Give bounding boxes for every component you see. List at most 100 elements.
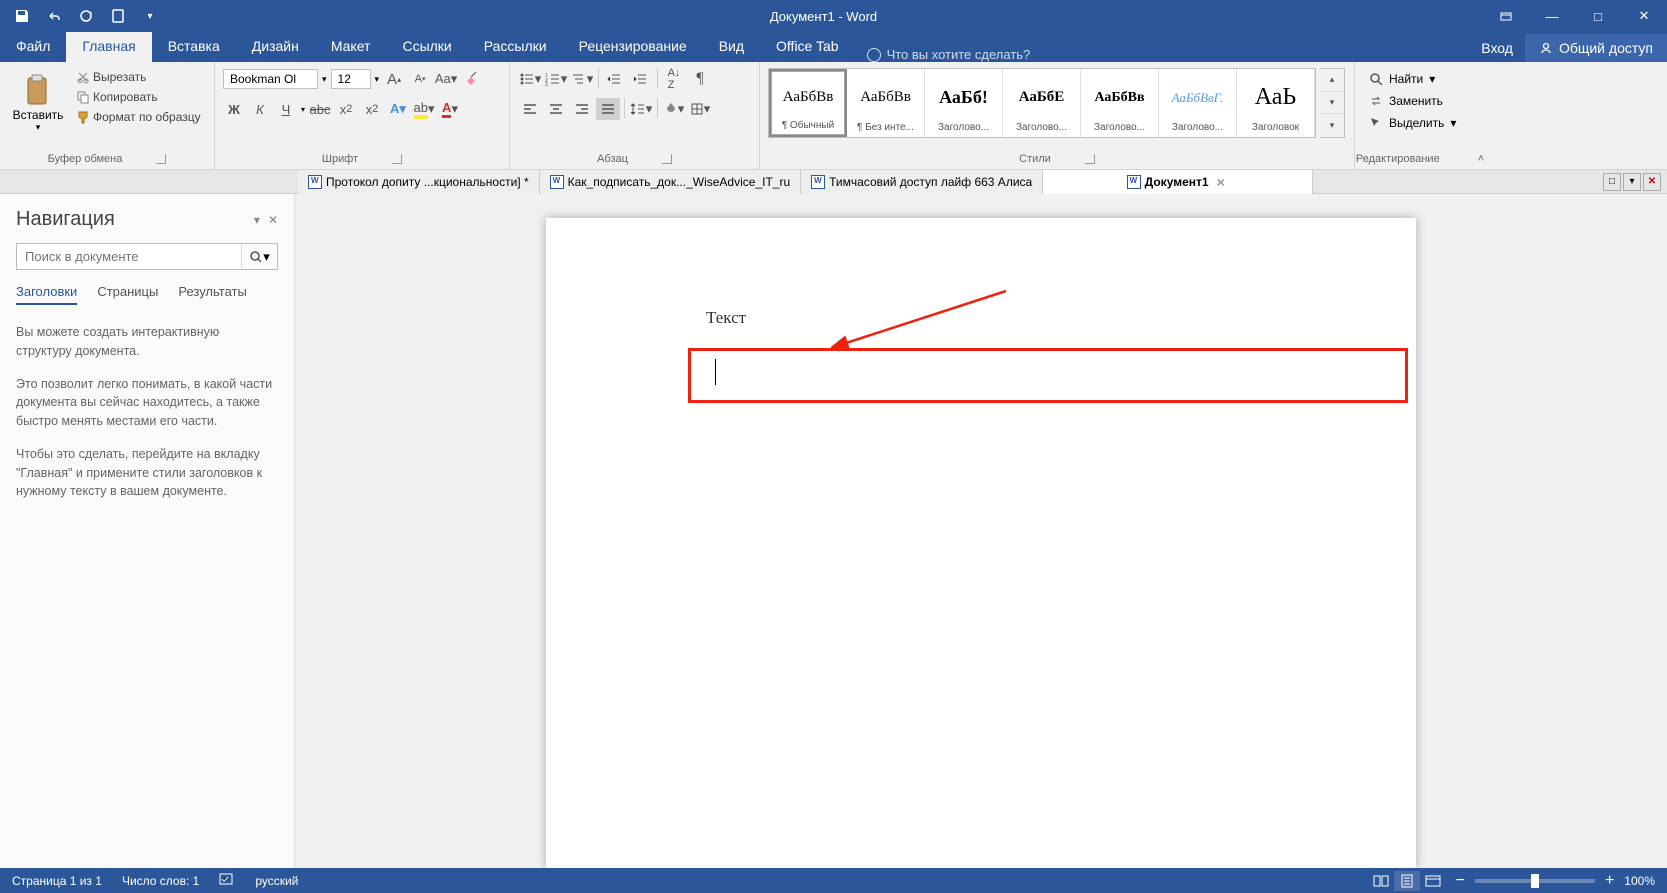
qat-dropdown-icon[interactable]: ▾ <box>136 2 164 30</box>
align-left-icon[interactable] <box>518 98 542 120</box>
nav-close-icon[interactable]: ✕ <box>268 213 278 227</box>
find-button[interactable]: Найти ▾ <box>1365 70 1460 88</box>
tab-review[interactable]: Рецензирование <box>563 32 703 62</box>
share-button[interactable]: Общий доступ <box>1525 34 1667 62</box>
show-marks-icon[interactable]: ¶ <box>688 68 712 90</box>
underline-dropdown-icon[interactable]: ▾ <box>301 105 305 114</box>
strikethrough-icon[interactable]: abc <box>309 98 331 120</box>
save-icon[interactable] <box>8 2 36 30</box>
style-title[interactable]: АаЬЗаголовок <box>1237 69 1315 137</box>
status-pages[interactable]: Страница 1 из 1 <box>12 874 102 888</box>
paste-button[interactable]: Вставить▾ <box>8 68 68 137</box>
tab-view[interactable]: Вид <box>703 32 760 62</box>
styles-more-icon[interactable]: ▾ <box>1320 114 1344 137</box>
styles-scroll-down-icon[interactable]: ▾ <box>1320 92 1344 115</box>
grow-font-icon[interactable]: A▴ <box>383 68 405 90</box>
align-right-icon[interactable] <box>570 98 594 120</box>
tab-close-icon[interactable]: × <box>1213 174 1229 190</box>
tab-references[interactable]: Ссылки <box>386 32 467 62</box>
style-heading4[interactable]: АаБбВвГ.Заголово... <box>1159 69 1237 137</box>
nav-search-input[interactable] <box>17 244 241 269</box>
tab-mailings[interactable]: Рассылки <box>468 32 563 62</box>
style-normal[interactable]: АаБбВв¶ Обычный <box>769 69 847 137</box>
font-size-dropdown-icon[interactable]: ▾ <box>375 74 380 85</box>
read-mode-icon[interactable] <box>1368 871 1394 891</box>
doc-tab-2[interactable]: Тимчасовий доступ лайф 663 Алиса <box>801 170 1043 194</box>
clipboard-dialog-launcher[interactable] <box>156 154 166 164</box>
line-spacing-icon[interactable]: ▾ <box>629 98 653 120</box>
collapse-ribbon-icon[interactable]: ˄ <box>1478 153 1484 165</box>
cut-button[interactable]: Вырезать <box>72 68 205 86</box>
web-layout-icon[interactable] <box>1420 871 1446 891</box>
tab-list-icon[interactable]: ▾ <box>1623 173 1641 191</box>
shrink-font-icon[interactable]: A▾ <box>409 68 431 90</box>
style-heading3[interactable]: АаБбВвЗаголово... <box>1081 69 1159 137</box>
superscript-icon[interactable]: x2 <box>361 98 383 120</box>
maximize-button[interactable]: □ <box>1575 0 1621 32</box>
login-button[interactable]: Вход <box>1469 34 1525 62</box>
clear-formatting-icon[interactable] <box>461 68 483 90</box>
tab-insert[interactable]: Вставка <box>152 32 236 62</box>
status-spellcheck-icon[interactable] <box>219 872 235 889</box>
change-case-icon[interactable]: Aa▾ <box>435 68 457 90</box>
justify-icon[interactable] <box>596 98 620 120</box>
nav-tab-results[interactable]: Результаты <box>178 284 246 305</box>
underline-button[interactable]: Ч <box>275 98 297 120</box>
numbering-icon[interactable]: 123▾ <box>544 68 568 90</box>
document-text-line[interactable]: Текст <box>706 308 1276 328</box>
align-center-icon[interactable] <box>544 98 568 120</box>
styles-dialog-launcher[interactable] <box>1085 154 1095 164</box>
page[interactable]: Текст <box>546 218 1416 868</box>
style-no-spacing[interactable]: АаБбВв¶ Без инте... <box>847 69 925 137</box>
highlight-icon[interactable]: ab▾ <box>413 98 435 120</box>
style-heading2[interactable]: АаБбЕЗаголово... <box>1003 69 1081 137</box>
zoom-level[interactable]: 100% <box>1624 874 1655 888</box>
nav-search-button[interactable]: ▾ <box>241 244 277 269</box>
doc-tab-1[interactable]: Как_подписать_док..._WiseAdvice_IT_ru <box>540 170 802 194</box>
zoom-thumb[interactable] <box>1531 874 1539 888</box>
font-size-input[interactable] <box>331 69 371 89</box>
nav-tab-headings[interactable]: Заголовки <box>16 284 77 305</box>
zoom-out-icon[interactable]: − <box>1456 872 1465 890</box>
copy-button[interactable]: Копировать <box>72 88 205 106</box>
font-name-dropdown-icon[interactable]: ▾ <box>322 74 327 85</box>
close-all-tabs-icon[interactable]: ✕ <box>1643 173 1661 191</box>
shading-icon[interactable]: ▾ <box>662 98 686 120</box>
minimize-button[interactable]: — <box>1529 0 1575 32</box>
font-name-input[interactable] <box>223 69 318 89</box>
replace-button[interactable]: Заменить <box>1365 92 1460 110</box>
styles-scroll-up-icon[interactable]: ▴ <box>1320 69 1344 92</box>
tab-home[interactable]: Главная <box>66 32 151 62</box>
borders-icon[interactable]: ▾ <box>688 98 712 120</box>
zoom-in-icon[interactable]: + <box>1605 872 1614 890</box>
tell-me-search[interactable]: Что вы хотите сделать? <box>855 47 1031 62</box>
touch-mode-icon[interactable] <box>104 2 132 30</box>
increase-indent-icon[interactable] <box>629 68 653 90</box>
bold-button[interactable]: Ж <box>223 98 245 120</box>
decrease-indent-icon[interactable] <box>603 68 627 90</box>
styles-gallery[interactable]: АаБбВв¶ Обычный АаБбВв¶ Без инте... АаБб… <box>768 68 1316 138</box>
status-words[interactable]: Число слов: 1 <box>122 874 199 888</box>
text-effects-icon[interactable]: A▾ <box>387 98 409 120</box>
bullets-icon[interactable]: ▾ <box>518 68 542 90</box>
subscript-icon[interactable]: x2 <box>335 98 357 120</box>
font-dialog-launcher[interactable] <box>392 154 402 164</box>
zoom-slider[interactable] <box>1475 879 1595 883</box>
font-color-icon[interactable]: A▾ <box>439 98 461 120</box>
close-button[interactable]: ✕ <box>1621 0 1667 32</box>
print-layout-icon[interactable] <box>1394 871 1420 891</box>
doc-tab-0[interactable]: Протокол допиту ...кциональности] * <box>298 170 540 194</box>
multilevel-list-icon[interactable]: ▾ <box>570 68 594 90</box>
redo-icon[interactable] <box>72 2 100 30</box>
style-heading1[interactable]: АаБб!Заголово... <box>925 69 1003 137</box>
document-area[interactable]: Текст <box>295 194 1667 868</box>
select-button[interactable]: Выделить ▾ <box>1365 114 1460 132</box>
nav-tab-pages[interactable]: Страницы <box>97 284 158 305</box>
doc-tab-3[interactable]: Документ1× <box>1043 170 1313 194</box>
tab-design[interactable]: Дизайн <box>236 32 315 62</box>
status-language[interactable]: русский <box>255 874 298 888</box>
sort-icon[interactable]: A↓Z <box>662 68 686 90</box>
format-painter-button[interactable]: Формат по образцу <box>72 108 205 126</box>
tab-layout[interactable]: Макет <box>315 32 387 62</box>
italic-button[interactable]: К <box>249 98 271 120</box>
